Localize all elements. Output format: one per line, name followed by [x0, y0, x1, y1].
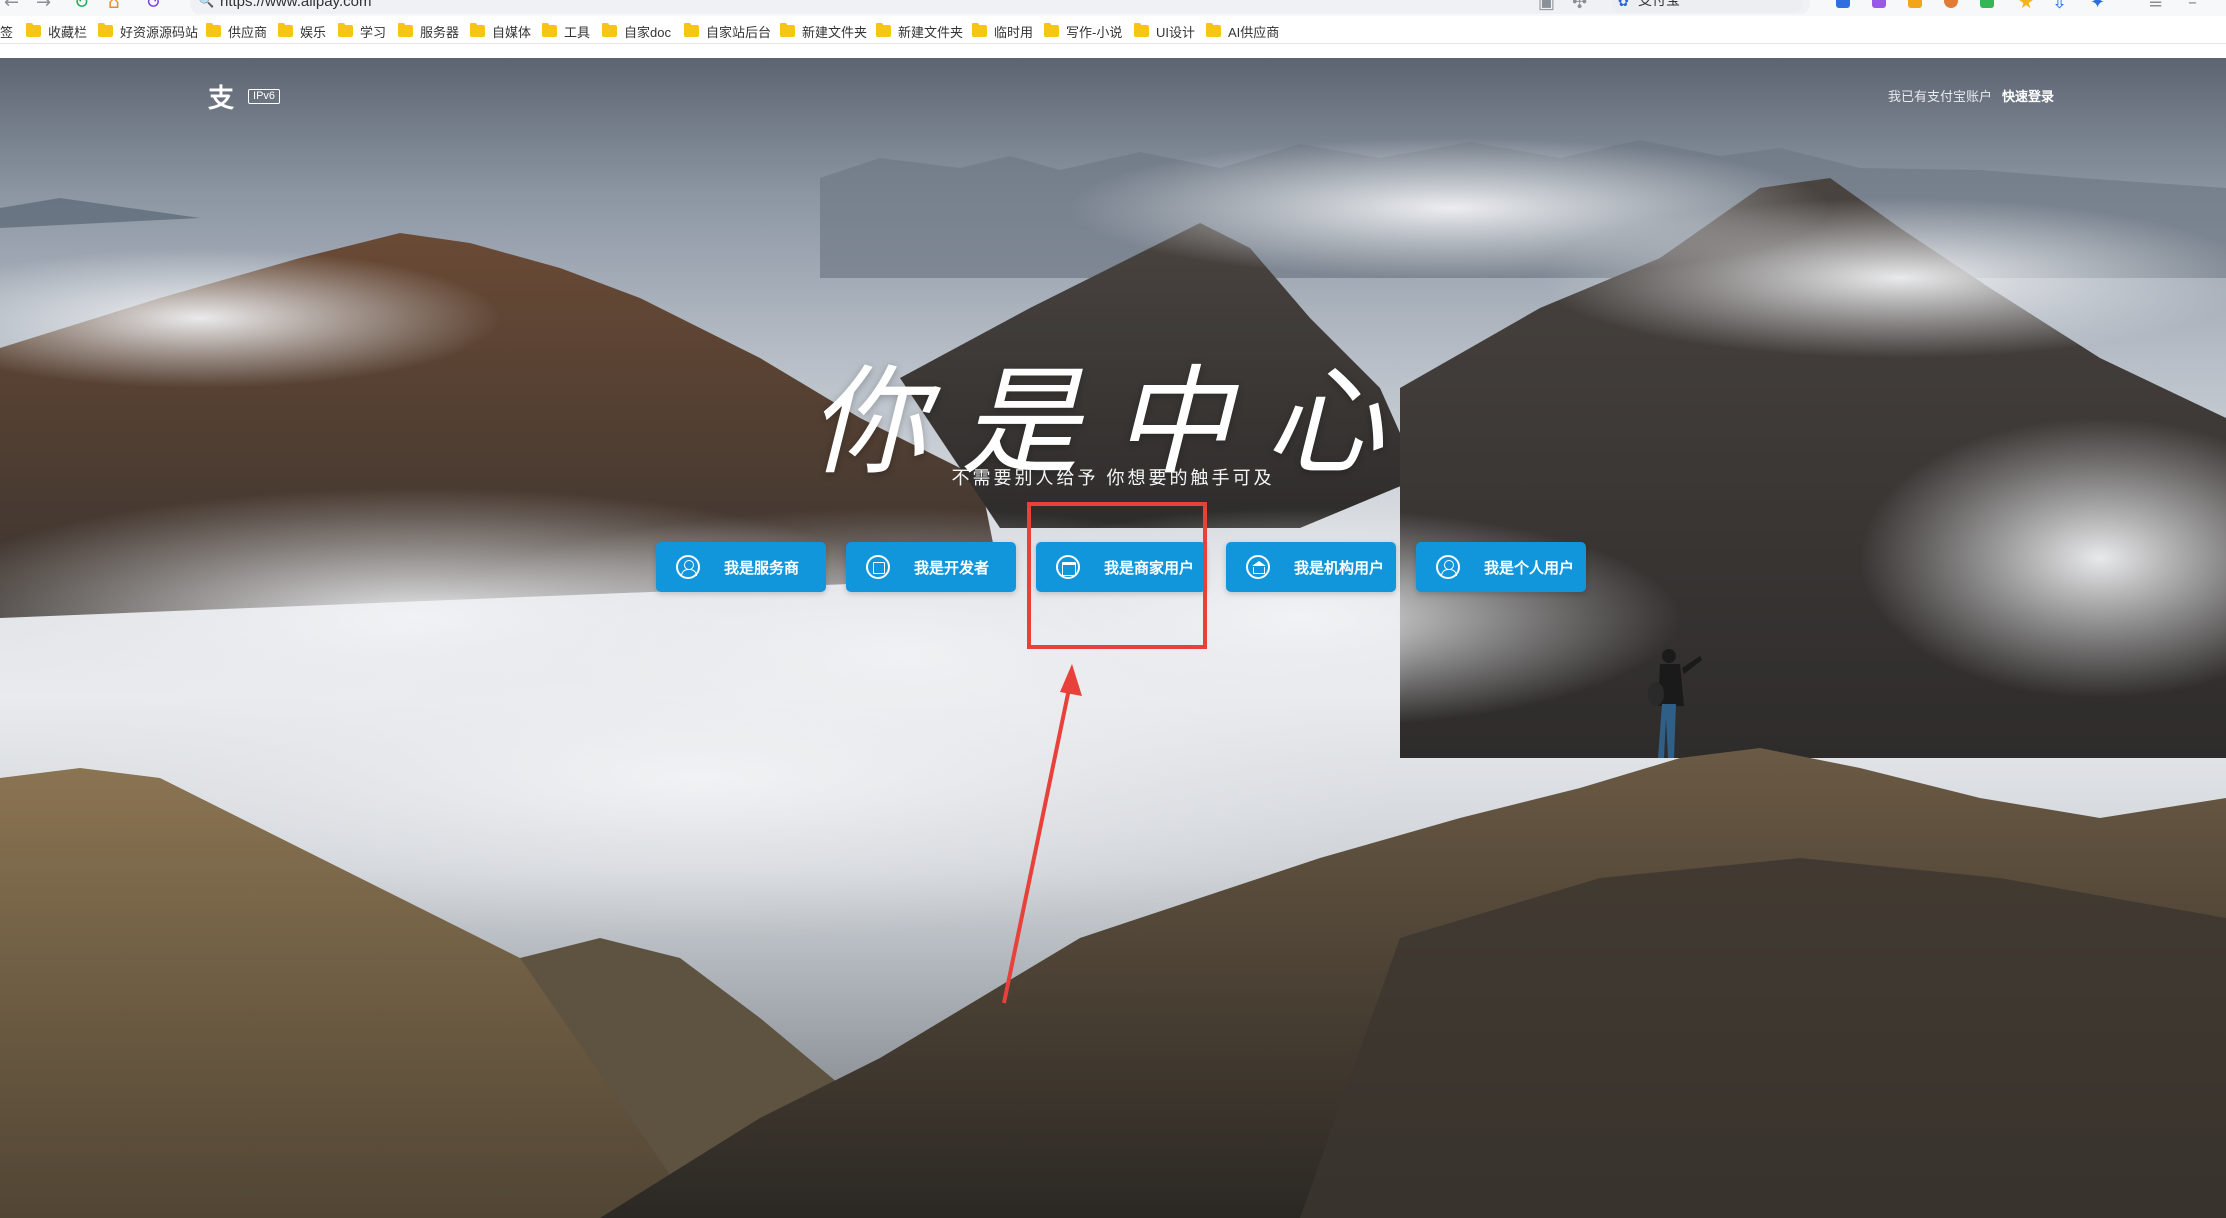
menu-icon[interactable]: ≡: [2148, 0, 2163, 12]
bookmark-folder[interactable]: 写作-小说: [1044, 23, 1122, 40]
extension-icon[interactable]: [1836, 0, 1850, 8]
bookmark-folder[interactable]: 自家doc: [602, 23, 671, 40]
bookmarks-bar: 签 收藏栏 好资源源码站 供应商 娱乐 学习 服务器 自媒体 工具 自家doc …: [0, 16, 2226, 44]
browser-toolbar: ← → ↻ ⌂ ↺ 🔍 https://www.alipay.com ▣ ✣ ✿…: [0, 0, 2226, 16]
folder-icon: [1044, 23, 1059, 37]
folder-icon: [98, 23, 113, 37]
folder-icon: [278, 23, 293, 37]
bookmark-folder[interactable]: 好资源源码站: [98, 23, 198, 40]
bookmark-folder[interactable]: 工具: [542, 23, 590, 40]
bookmark-folder[interactable]: 娱乐: [278, 23, 326, 40]
star-icon[interactable]: ★: [2018, 0, 2034, 12]
translate-icon[interactable]: ✣: [1572, 0, 1587, 12]
home-icon[interactable]: ⌂: [108, 0, 119, 12]
folder-icon: [470, 23, 485, 37]
minimize-icon[interactable]: –: [2188, 0, 2197, 12]
bookmark-folder[interactable]: 新建文件夹: [780, 23, 867, 40]
paw-icon: ✿: [1618, 0, 1629, 10]
extension-icon[interactable]: [1872, 0, 1886, 8]
history-icon[interactable]: ↺: [146, 0, 161, 12]
bookmark-folder[interactable]: 自媒体: [470, 23, 531, 40]
annotation-arrow: [1002, 664, 1082, 1004]
bookmark-folder[interactable]: 临时用: [972, 23, 1033, 40]
folder-icon: [338, 23, 353, 37]
bookmark-folder[interactable]: 供应商: [206, 23, 267, 40]
reader-icon[interactable]: ▣: [1538, 0, 1555, 12]
hero-section: 支 IPv6 我已有支付宝账户 快速登录 你是中心 不需要别人给予 你想要的触手可…: [0, 58, 2226, 1218]
bookmark-folder[interactable]: 自家站后台: [684, 23, 771, 40]
lock-icon: 🔍: [198, 0, 215, 9]
apps-icon[interactable]: ✦: [2090, 0, 2105, 12]
folder-icon: [398, 23, 413, 37]
download-icon[interactable]: ⇩: [2052, 0, 2067, 12]
back-icon[interactable]: ←: [4, 0, 19, 12]
extension-icon[interactable]: [1980, 0, 1994, 8]
bookmark-folder[interactable]: UI设计: [1134, 23, 1195, 40]
address-url[interactable]: https://www.alipay.com: [220, 0, 371, 10]
folder-icon: [1134, 23, 1149, 37]
bookmark-folder[interactable]: 学习: [338, 23, 386, 40]
forward-icon[interactable]: →: [36, 0, 51, 12]
bookmark-prefix[interactable]: 签: [0, 23, 13, 40]
folder-icon: [602, 23, 617, 37]
folder-icon: [876, 23, 891, 37]
search-engine-box[interactable]: ✿ 支付宝: [1612, 0, 1802, 12]
folder-icon: [972, 23, 987, 37]
search-engine-label: 支付宝: [1638, 0, 1680, 8]
extension-icon[interactable]: [1944, 0, 1958, 8]
folder-icon: [206, 23, 221, 37]
bookmark-folder[interactable]: AI供应商: [1206, 23, 1279, 40]
address-bar[interactable]: 🔍 https://www.alipay.com: [190, 0, 1810, 14]
folder-icon: [1206, 23, 1221, 37]
bookmark-folder[interactable]: 新建文件夹: [876, 23, 963, 40]
bookmark-folder[interactable]: 服务器: [398, 23, 459, 40]
folder-icon: [542, 23, 557, 37]
folder-icon: [26, 23, 41, 37]
folder-icon: [780, 23, 795, 37]
reload-icon[interactable]: ↻: [74, 0, 89, 12]
folder-icon: [684, 23, 699, 37]
bookmark-folder[interactable]: 收藏栏: [26, 23, 87, 40]
extension-icon[interactable]: [1908, 0, 1922, 8]
